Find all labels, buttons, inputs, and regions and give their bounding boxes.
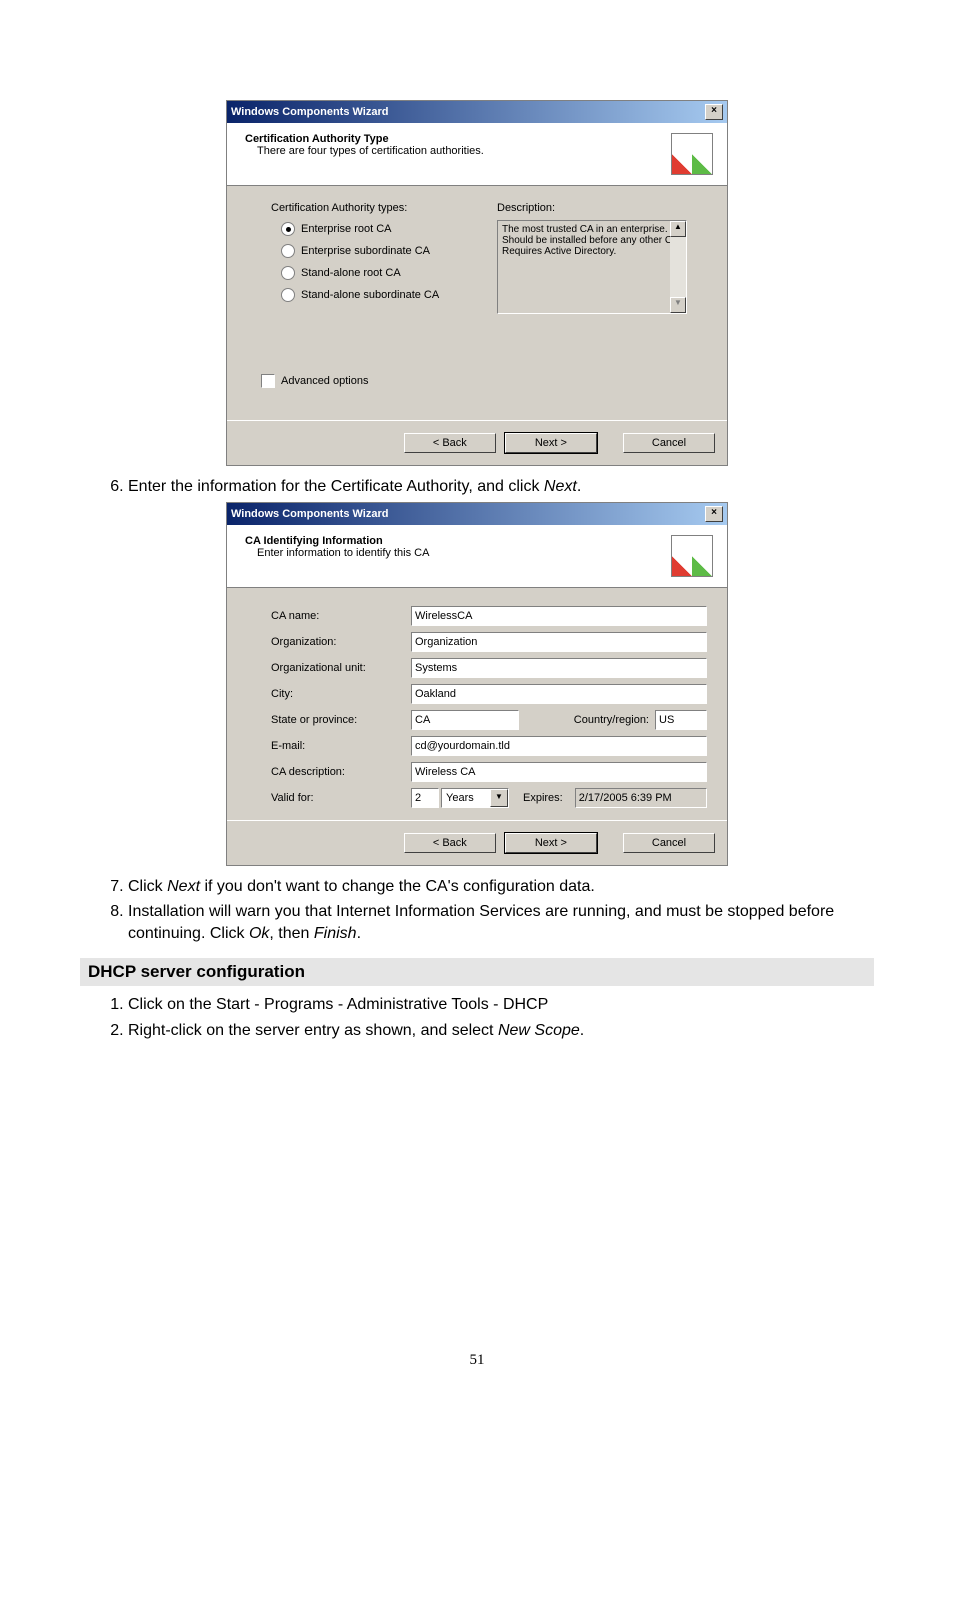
back-button[interactable]: < Back: [404, 833, 496, 853]
titlebar[interactable]: Windows Components Wizard ×: [227, 503, 727, 525]
next-button[interactable]: Next >: [505, 433, 597, 453]
checkbox-label: Advanced options: [281, 375, 368, 387]
wizard-header: Certification Authority Type There are f…: [227, 123, 727, 186]
next-button[interactable]: Next >: [505, 833, 597, 853]
radio-label: Stand-alone subordinate CA: [301, 289, 439, 301]
radio-label: Enterprise root CA: [301, 223, 391, 235]
windows-logo-icon: [671, 133, 713, 175]
back-button[interactable]: < Back: [404, 433, 496, 453]
step-6: Enter the information for the Certificat…: [128, 476, 874, 498]
description-box: The most trusted CA in an enterprise. Sh…: [497, 220, 687, 314]
radio-icon[interactable]: [281, 266, 295, 280]
city-label: City:: [271, 688, 411, 700]
email-input[interactable]: cd@yourdomain.tld: [411, 736, 707, 756]
expires-value: 2/17/2005 6:39 PM: [575, 788, 707, 808]
scrollbar[interactable]: ▲ ▼: [670, 221, 686, 313]
wizard-dialog-ca-type: Windows Components Wizard × Certificatio…: [226, 100, 728, 466]
checkbox-icon[interactable]: [261, 374, 275, 388]
radio-standalone-sub[interactable]: Stand-alone subordinate CA: [281, 288, 497, 302]
step-8: Installation will warn you that Internet…: [128, 901, 874, 944]
state-input[interactable]: CA: [411, 710, 519, 730]
org-input[interactable]: Organization: [411, 632, 707, 652]
description-text: The most trusted CA in an enterprise. Sh…: [502, 224, 682, 257]
step-7: Click Next if you don't want to change t…: [128, 876, 874, 898]
expires-label: Expires:: [523, 792, 563, 804]
dhcp-list: Click on the Start - Programs - Administ…: [80, 994, 874, 1041]
state-label: State or province:: [271, 714, 411, 726]
ca-name-label: CA name:: [271, 610, 411, 622]
wizard-header: CA Identifying Information Enter informa…: [227, 525, 727, 588]
ca-name-input[interactable]: WirelessCA: [411, 606, 707, 626]
valid-number-input[interactable]: 2: [411, 788, 439, 808]
radio-label: Enterprise subordinate CA: [301, 245, 430, 257]
scroll-up-icon[interactable]: ▲: [670, 221, 686, 237]
radio-icon[interactable]: [281, 222, 295, 236]
radio-label: Stand-alone root CA: [301, 267, 401, 279]
org-label: Organization:: [271, 636, 411, 648]
window-title: Windows Components Wizard: [231, 508, 388, 520]
country-label: Country/region:: [525, 714, 649, 726]
valid-for-label: Valid for:: [271, 792, 411, 804]
ou-label: Organizational unit:: [271, 662, 411, 674]
description-label: Description:: [497, 202, 707, 214]
wizard-dialog-ca-info: Windows Components Wizard × CA Identifyi…: [226, 502, 728, 866]
page-number: 51: [80, 1352, 874, 1369]
types-label: Certification Authority types:: [271, 202, 497, 214]
button-bar: < Back Next > Cancel: [227, 820, 727, 865]
close-icon[interactable]: ×: [705, 104, 723, 120]
valid-unit-select[interactable]: Years ▼: [441, 788, 509, 808]
dhcp-step-2: Right-click on the server entry as shown…: [128, 1020, 874, 1042]
windows-logo-icon: [671, 535, 713, 577]
close-icon[interactable]: ×: [705, 506, 723, 522]
header-subtitle: There are four types of certification au…: [257, 145, 671, 157]
header-title: CA Identifying Information: [245, 535, 671, 547]
city-input[interactable]: Oakland: [411, 684, 707, 704]
ou-input[interactable]: Systems: [411, 658, 707, 678]
chevron-down-icon[interactable]: ▼: [490, 789, 508, 807]
valid-unit-value: Years: [442, 792, 490, 804]
header-title: Certification Authority Type: [245, 133, 671, 145]
header-subtitle: Enter information to identify this CA: [257, 547, 671, 559]
radio-standalone-root[interactable]: Stand-alone root CA: [281, 266, 497, 280]
email-label: E-mail:: [271, 740, 411, 752]
cancel-button[interactable]: Cancel: [623, 433, 715, 453]
radio-icon[interactable]: [281, 244, 295, 258]
titlebar[interactable]: Windows Components Wizard ×: [227, 101, 727, 123]
button-bar: < Back Next > Cancel: [227, 420, 727, 465]
dhcp-step-1: Click on the Start - Programs - Administ…: [128, 994, 874, 1016]
advanced-options-checkbox[interactable]: Advanced options: [261, 374, 707, 388]
radio-enterprise-sub[interactable]: Enterprise subordinate CA: [281, 244, 497, 258]
instruction-list: Click Next if you don't want to change t…: [80, 876, 874, 945]
section-heading: DHCP server configuration: [80, 958, 874, 986]
country-input[interactable]: US: [655, 710, 707, 730]
scroll-down-icon[interactable]: ▼: [670, 297, 686, 313]
radio-icon[interactable]: [281, 288, 295, 302]
ca-desc-input[interactable]: Wireless CA: [411, 762, 707, 782]
instruction-list: Enter the information for the Certificat…: [80, 476, 874, 498]
ca-desc-label: CA description:: [271, 766, 411, 778]
radio-enterprise-root[interactable]: Enterprise root CA: [281, 222, 497, 236]
window-title: Windows Components Wizard: [231, 106, 388, 118]
cancel-button[interactable]: Cancel: [623, 833, 715, 853]
